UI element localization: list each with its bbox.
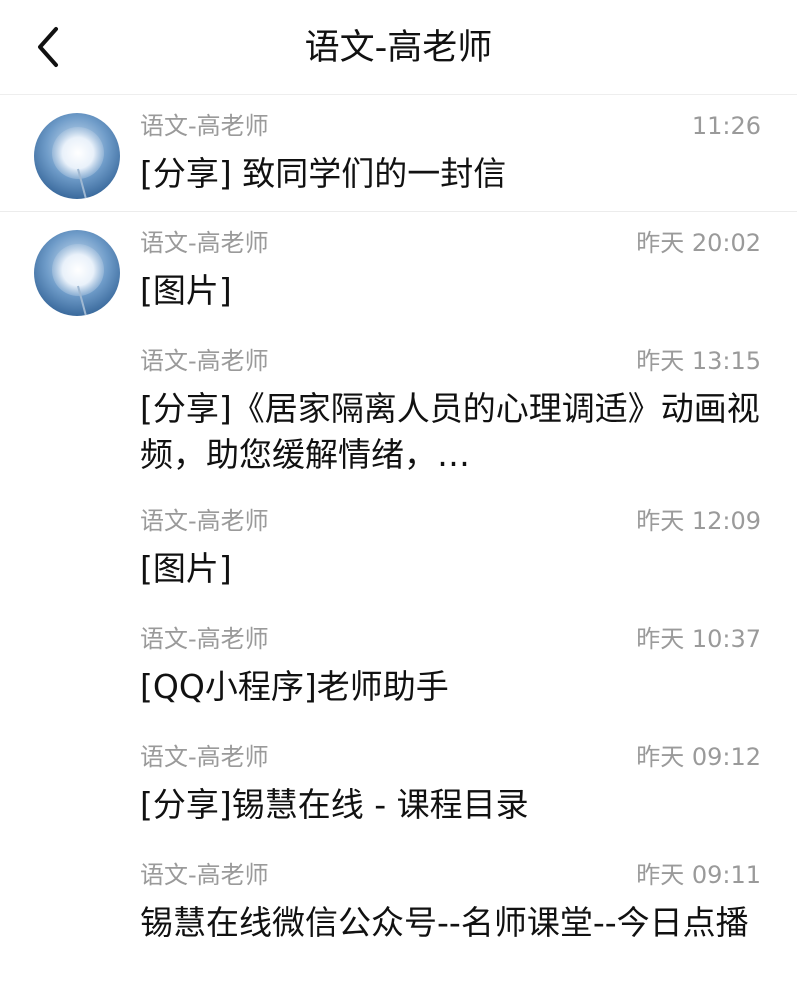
sender-name: 语文-高老师 xyxy=(140,347,269,375)
sender-name: 语文-高老师 xyxy=(140,229,269,257)
message-item[interactable]: 语文-高老师 11:26 [分享] 致同学们的一封信 xyxy=(0,95,797,211)
message-content: [分享]锡慧在线 - 课程目录 xyxy=(140,785,529,824)
message-time: 11:26 xyxy=(691,112,761,140)
message-content: [分享] 致同学们的一封信 xyxy=(140,154,507,193)
sender-name: 语文-高老师 xyxy=(140,743,269,771)
message-item[interactable]: 语文-高老师 昨天 10:37 [QQ小程序]老师助手 xyxy=(0,608,797,726)
sender-name: 语文-高老师 xyxy=(140,507,269,535)
message-time: 昨天 10:37 xyxy=(636,625,761,653)
message-time: 昨天 13:15 xyxy=(636,347,761,375)
message-content: [QQ小程序]老师助手 xyxy=(140,667,449,706)
message-content: 锡慧在线微信公众号--名师课堂--今日点播 xyxy=(140,903,749,942)
message-item[interactable]: 语文-高老师 昨天 09:12 [分享]锡慧在线 - 课程目录 xyxy=(0,726,797,844)
message-content: [图片] xyxy=(140,549,232,588)
dandelion-avatar-image xyxy=(34,113,120,199)
message-content: [分享]《居家隔离人员的心理调适》动画视频，助您缓解情绪，… xyxy=(140,389,760,474)
message-content: [图片] xyxy=(140,271,232,310)
sender-name: 语文-高老师 xyxy=(140,625,269,653)
message-item[interactable]: 语文-高老师 昨天 09:11 锡慧在线微信公众号--名师课堂--今日点播 xyxy=(0,844,797,1000)
message-time: 昨天 12:09 xyxy=(636,507,761,535)
header-bar: 语文-高老师 xyxy=(0,0,797,95)
message-time: 昨天 09:12 xyxy=(636,743,761,771)
message-item[interactable]: 语文-高老师 昨天 12:09 [图片] xyxy=(0,490,797,608)
avatar[interactable] xyxy=(34,113,120,199)
message-time: 昨天 09:11 xyxy=(636,861,761,889)
message-item[interactable]: 语文-高老师 昨天 13:15 [分享]《居家隔离人员的心理调适》动画视频，助您… xyxy=(0,330,797,490)
message-time: 昨天 20:02 xyxy=(636,229,761,257)
sender-name: 语文-高老师 xyxy=(140,861,269,889)
dandelion-avatar-image xyxy=(34,230,120,316)
message-item[interactable]: 语文-高老师 昨天 20:02 [图片] xyxy=(0,212,797,328)
page-title: 语文-高老师 xyxy=(304,28,493,68)
chat-history-screen: 语文-高老师 语文-高老师 11:26 [分享] 致同学们的一封信 语文-高老师… xyxy=(0,0,797,1000)
avatar[interactable] xyxy=(34,230,120,316)
sender-name: 语文-高老师 xyxy=(140,112,269,140)
